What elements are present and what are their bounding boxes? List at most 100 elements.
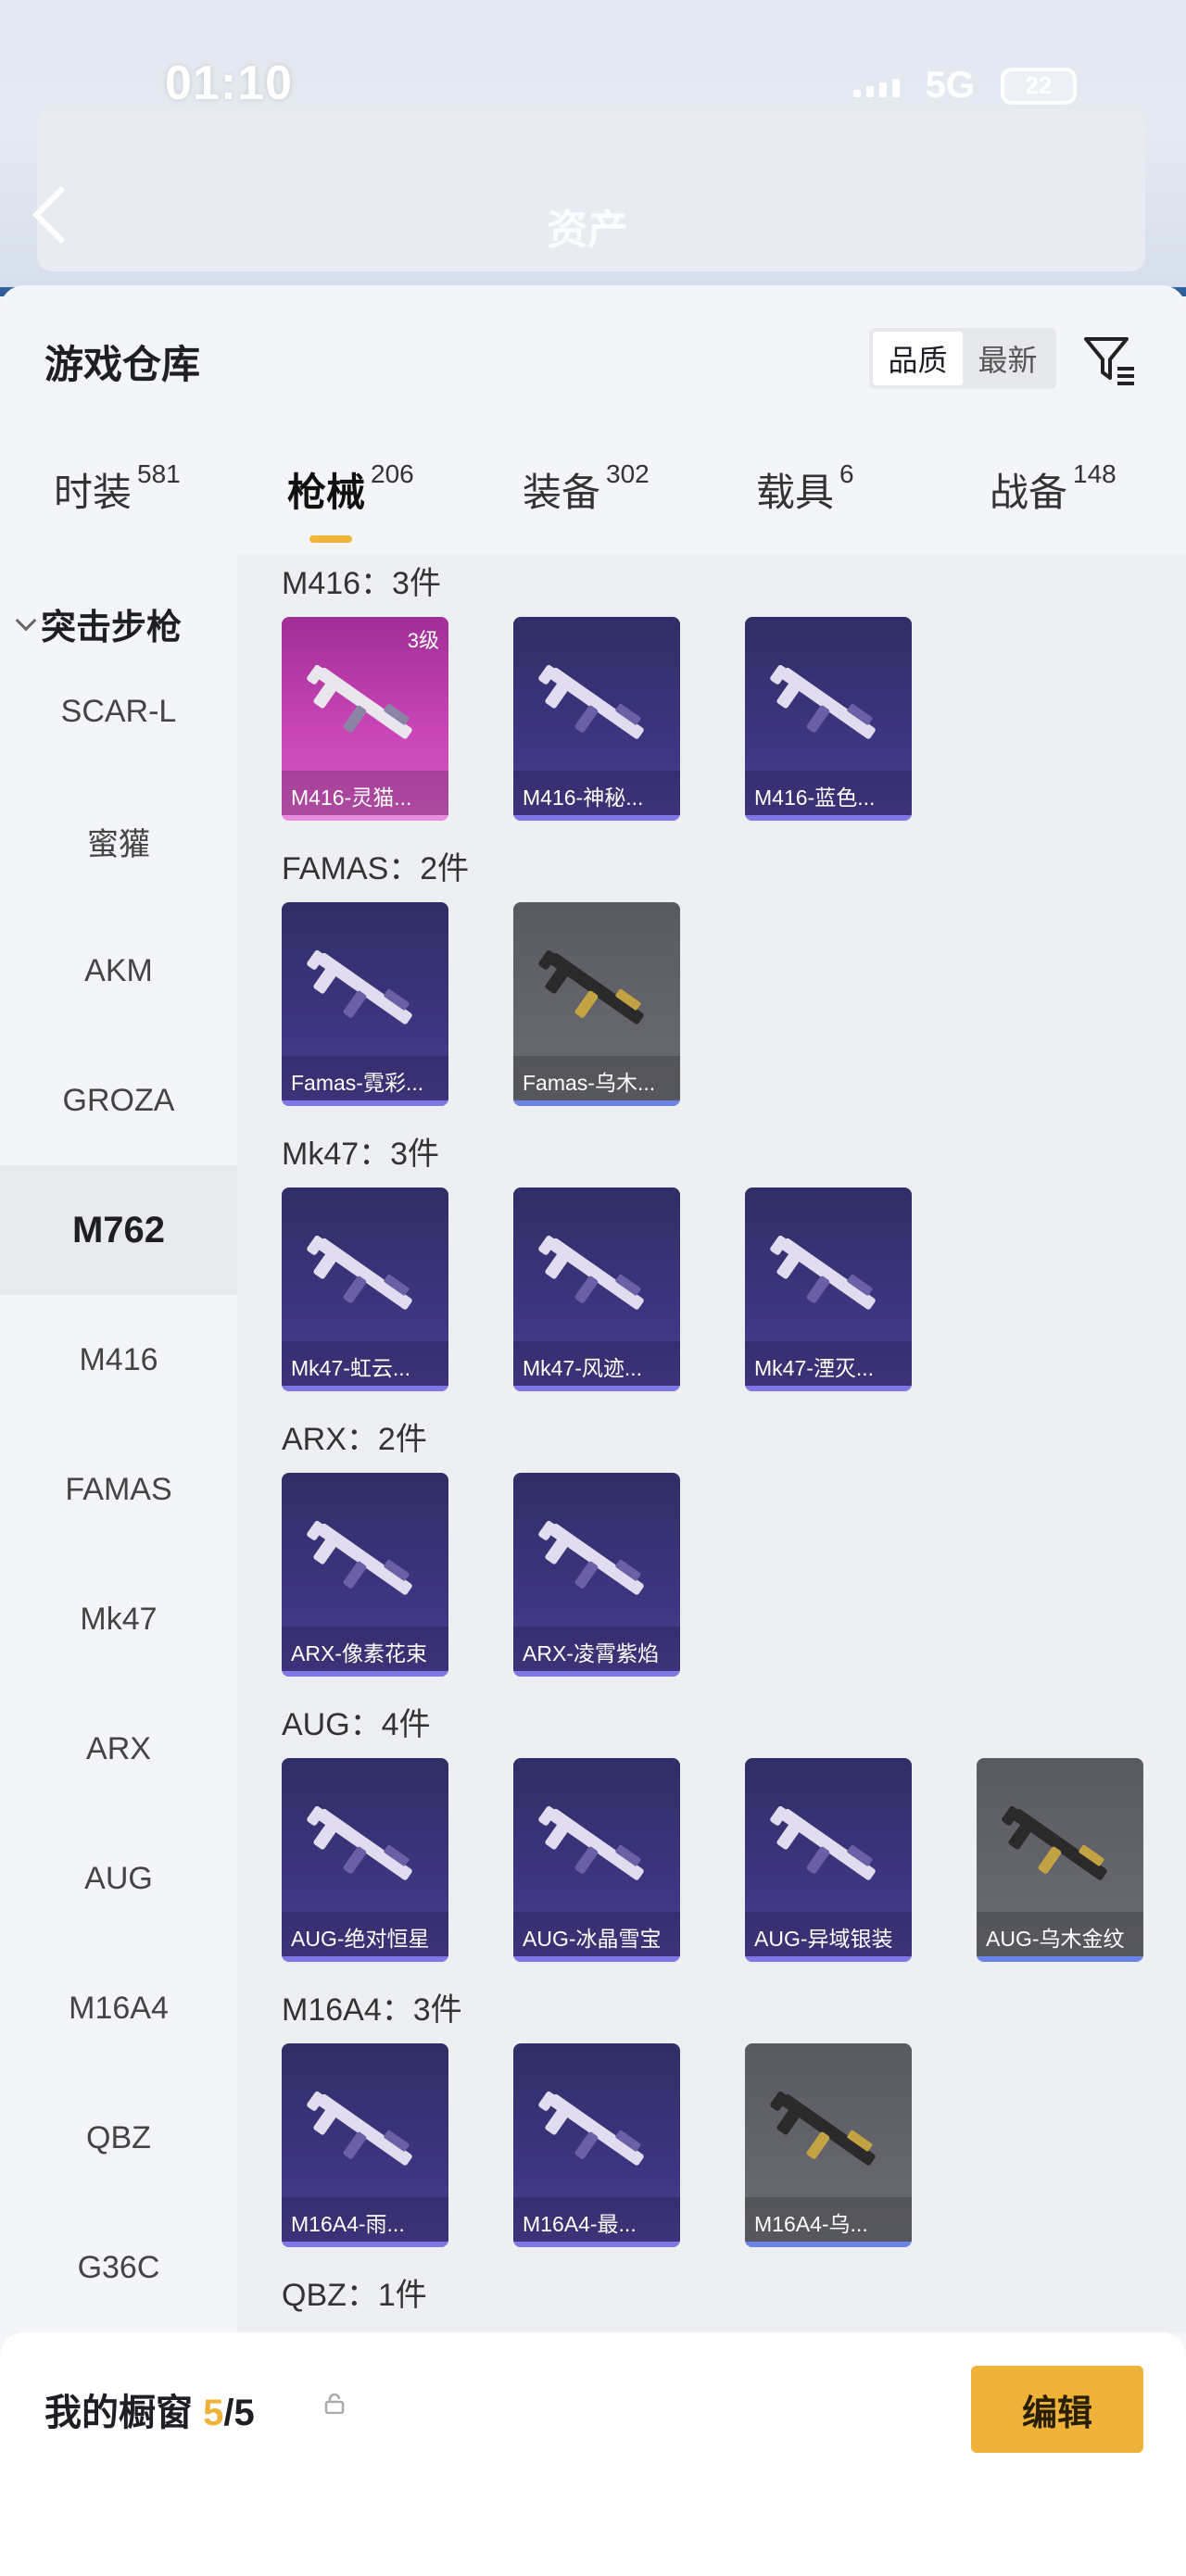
sidebar-item-active[interactable]: M762: [0, 1165, 237, 1295]
rifle-icon: [538, 664, 644, 739]
showcase-bar: 我的橱窗 5/5 编辑: [0, 2332, 1186, 2576]
tab-label: 载具: [756, 471, 835, 514]
sidebar-item[interactable]: SCAR-L: [0, 647, 237, 776]
weapon-name: M16A4-最...: [513, 2197, 680, 2242]
rifle-icon: [538, 1520, 644, 1595]
group-title: AUG：4件: [282, 1707, 431, 1742]
sort-quality-button[interactable]: 品质: [873, 332, 963, 385]
weapon-card[interactable]: Mk47-虹云...: [282, 1187, 448, 1391]
rarity-bar: [513, 1100, 680, 1106]
weapon-name: ARX-像素花束: [282, 1627, 448, 1671]
sidebar-group-label: 突击步枪: [41, 609, 183, 647]
weapon-card[interactable]: M416-蓝色...: [745, 617, 912, 821]
warehouse-panel: 游戏仓库 品质 最新 时装 581 枪械 206 装备 302 载具 6 战备 …: [0, 285, 1186, 2576]
sidebar-item[interactable]: G36C: [0, 2203, 237, 2332]
sidebar-item[interactable]: 蜜獾: [0, 776, 237, 906]
weapon-name: M416-灵猫...: [282, 771, 448, 815]
tab-label: 枪械: [287, 471, 366, 514]
rifle-icon: [538, 1235, 644, 1310]
group-title: QBZ：1件: [282, 2278, 427, 2313]
weapon-sidebar: 突击步枪 SCAR-L 蜜獾 AKM GROZA M762 M416 FAMAS…: [0, 554, 237, 2332]
weapon-list: M416：3件 3级 M416-灵猫... M416-神秘... M416-蓝色... F…: [237, 554, 1186, 2332]
group-title: ARX：2件: [282, 1422, 427, 1457]
tab-vehicles[interactable]: 载具 6: [756, 459, 854, 518]
sidebar-group-assault-rifles[interactable]: 突击步枪: [15, 598, 183, 649]
rifle-icon: [770, 1235, 876, 1310]
rarity-bar: [745, 2242, 912, 2247]
weapon-name: Famas-乌木...: [513, 1056, 680, 1100]
rarity-bar: [513, 1386, 680, 1391]
weapon-name: Mk47-湮灭...: [745, 1341, 912, 1386]
showcase-label: 我的橱窗: [44, 2393, 193, 2433]
rifle-icon: [307, 949, 412, 1024]
sidebar-item[interactable]: AKM: [0, 906, 237, 1036]
sidebar-item[interactable]: M416: [0, 1295, 237, 1425]
rifle-icon: [1002, 1805, 1107, 1880]
rifle-icon: [307, 1235, 412, 1310]
weapon-card[interactable]: ARX-凌霄紫焰: [513, 1473, 680, 1677]
sidebar-item[interactable]: AUG: [0, 1814, 237, 1943]
weapon-card[interactable]: AUG-异域银装: [745, 1758, 912, 1962]
tab-equipment[interactable]: 装备 302: [523, 459, 650, 518]
weapon-card[interactable]: M416-神秘...: [513, 617, 680, 821]
tab-label: 战备: [990, 471, 1068, 514]
signal-icon: [852, 75, 900, 97]
status-indicators: 5G 22: [852, 65, 1077, 107]
sidebar-item[interactable]: M16A4: [0, 1943, 237, 2073]
rarity-bar: [977, 1956, 1143, 1962]
weapon-card[interactable]: 3级 M416-灵猫...: [282, 617, 448, 821]
sidebar-item[interactable]: QBZ: [0, 2073, 237, 2203]
showcase-total: /5: [223, 2393, 255, 2433]
weapon-name: M16A4-乌...: [745, 2197, 912, 2242]
weapon-card[interactable]: Famas-霓彩...: [282, 902, 448, 1106]
tab-label: 时装: [54, 471, 132, 514]
rifle-icon: [307, 1520, 412, 1595]
weapon-card[interactable]: Famas-乌木...: [513, 902, 680, 1106]
weapon-name: AUG-冰晶雪宝: [513, 1912, 680, 1956]
group-title: Mk47：3件: [282, 1137, 440, 1172]
rifle-icon: [770, 1805, 876, 1880]
status-time: 01:10: [165, 57, 293, 110]
weapon-card[interactable]: AUG-乌木金纹: [977, 1758, 1143, 1962]
rifle-icon: [307, 664, 412, 739]
rarity-bar: [513, 2242, 680, 2247]
chevron-down-icon: [15, 609, 37, 631]
tab-count: 206: [371, 459, 414, 488]
edit-button[interactable]: 编辑: [971, 2366, 1143, 2453]
tab-count: 581: [137, 459, 181, 488]
weapon-card[interactable]: M16A4-最...: [513, 2043, 680, 2247]
rarity-bar: [282, 815, 448, 821]
sidebar-item[interactable]: ARX: [0, 1684, 237, 1814]
sidebar-item[interactable]: Mk47: [0, 1554, 237, 1684]
weapon-card[interactable]: Mk47-风迹...: [513, 1187, 680, 1391]
network-label: 5G: [925, 65, 975, 106]
content-area: 突击步枪 SCAR-L 蜜獾 AKM GROZA M762 M416 FAMAS…: [0, 554, 1186, 2332]
rarity-bar: [745, 815, 912, 821]
weapon-name: M416-蓝色...: [745, 771, 912, 815]
rarity-bar: [745, 1956, 912, 1962]
weapon-card[interactable]: AUG-绝对恒星: [282, 1758, 448, 1962]
weapon-card[interactable]: M16A4-雨...: [282, 2043, 448, 2247]
sidebar-item[interactable]: FAMAS: [0, 1425, 237, 1554]
rifle-icon: [770, 2091, 876, 2166]
rarity-bar: [282, 1671, 448, 1677]
filter-icon[interactable]: [1080, 332, 1138, 389]
tab-firearms[interactable]: 枪械 206: [287, 459, 414, 518]
rarity-bar: [282, 1386, 448, 1391]
weapon-name: Famas-霓彩...: [282, 1056, 448, 1100]
showcase-count: 5: [203, 2393, 224, 2433]
showcase-title: 我的橱窗 5/5: [44, 2382, 255, 2436]
sidebar-item[interactable]: GROZA: [0, 1036, 237, 1165]
tab-supplies[interactable]: 战备 148: [990, 459, 1117, 518]
weapon-card[interactable]: AUG-冰晶雪宝: [513, 1758, 680, 1962]
weapon-name: M16A4-雨...: [282, 2197, 448, 2242]
rarity-bar: [513, 1956, 680, 1962]
weapon-card[interactable]: M16A4-乌...: [745, 2043, 912, 2247]
rifle-icon: [307, 2091, 412, 2166]
weapon-card[interactable]: Mk47-湮灭...: [745, 1187, 912, 1391]
weapon-card[interactable]: ARX-像素花束: [282, 1473, 448, 1677]
tab-fashion[interactable]: 时装 581: [54, 459, 181, 518]
weapon-name: M416-神秘...: [513, 771, 680, 815]
tab-count: 148: [1073, 459, 1117, 488]
sort-newest-button[interactable]: 最新: [963, 332, 1053, 385]
